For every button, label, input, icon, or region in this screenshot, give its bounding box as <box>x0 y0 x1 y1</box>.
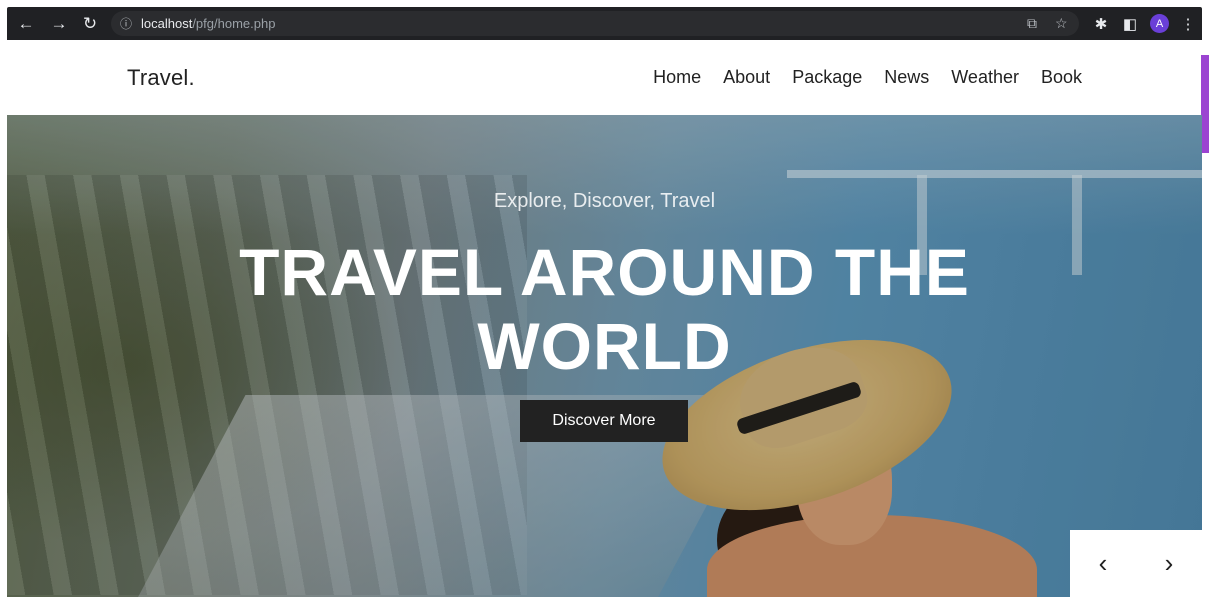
menu-icon[interactable]: ⋮ <box>1179 7 1197 40</box>
main-nav: Home About Package News Weather Book <box>653 67 1082 88</box>
avatar-initial: A <box>1155 17 1164 30</box>
scrollbar-thumb[interactable] <box>1201 55 1209 153</box>
slider-next-button[interactable]: › <box>1136 530 1202 597</box>
url-text[interactable]: localhost/pfg/home.php <box>141 11 275 36</box>
extensions-icon[interactable]: ✱ <box>1090 7 1112 40</box>
hero-headline-line2: WORLD <box>477 309 732 383</box>
avatar[interactable]: A <box>1150 14 1169 33</box>
slider-prev-button[interactable]: ‹ <box>1070 530 1136 597</box>
share-icon[interactable]: ⧉ <box>1027 11 1037 36</box>
hero-headline: TRAVEL AROUND THE WORLD <box>7 235 1202 383</box>
nav-weather[interactable]: Weather <box>951 67 1019 88</box>
hero-headline-line1: TRAVEL AROUND THE <box>239 235 970 309</box>
sidepanel-icon[interactable]: ◧ <box>1119 7 1141 40</box>
site-logo[interactable]: Travel. <box>127 65 195 91</box>
forward-icon[interactable]: → <box>48 7 70 40</box>
hero-banner: Explore, Discover, Travel TRAVEL AROUND … <box>7 115 1202 597</box>
url-path: /pfg/home.php <box>192 16 276 31</box>
star-icon[interactable]: ☆ <box>1055 11 1068 36</box>
chevron-left-icon: ‹ <box>1098 548 1108 578</box>
url-host: localhost <box>141 16 193 31</box>
nav-news[interactable]: News <box>884 67 929 88</box>
nav-package[interactable]: Package <box>792 67 862 88</box>
info-icon[interactable]: ⓘ <box>120 11 132 36</box>
discover-more-button[interactable]: Discover More <box>520 400 688 442</box>
reload-icon[interactable]: ↻ <box>79 7 101 40</box>
hero-tagline: Explore, Discover, Travel <box>493 190 716 212</box>
nav-book[interactable]: Book <box>1041 67 1082 88</box>
nav-about[interactable]: About <box>723 67 770 88</box>
browser-toolbar: ← → ↻ ⓘ localhost/pfg/home.php ⧉ ☆ ✱ ◧ A… <box>7 7 1202 40</box>
nav-home[interactable]: Home <box>653 67 701 88</box>
address-bar[interactable]: ⓘ localhost/pfg/home.php ⧉ ☆ <box>111 11 1079 36</box>
chevron-right-icon: › <box>1164 548 1174 578</box>
site-header: Travel. Home About Package News Weather … <box>7 40 1202 115</box>
back-icon[interactable]: ← <box>15 7 37 40</box>
slider-nav: ‹ › <box>1070 530 1202 597</box>
